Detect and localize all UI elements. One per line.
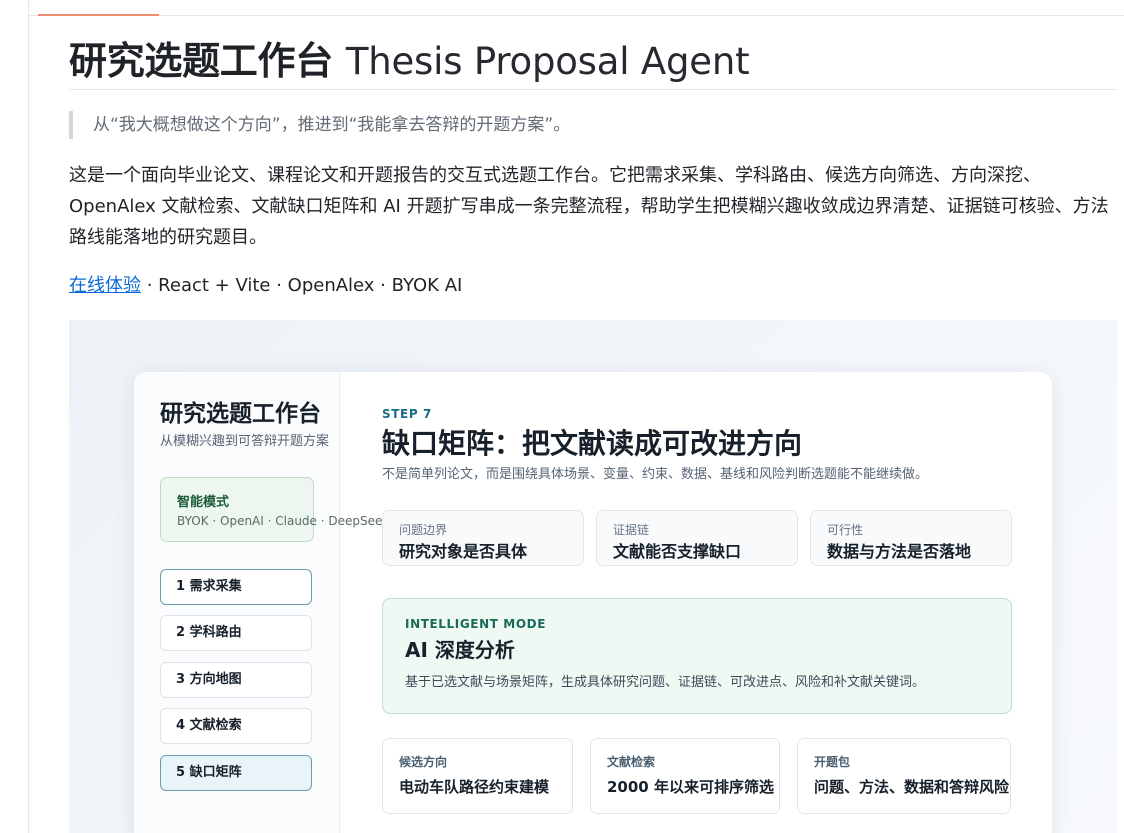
sidebar: 研究选题工作台 从模糊兴趣到可答辩开题方案 智能模式 BYOK · OpenAI…	[134, 372, 397, 833]
candidate-direction-card[interactable]: 候选方向 电动车队路径约束建模	[382, 738, 573, 814]
demo-link[interactable]: 在线体验	[69, 275, 141, 296]
main-content: STEP 7 缺口矩阵：把文献读成可改进方向 不是简单列论文，而是围绕具体场景、…	[340, 372, 1052, 833]
main-title: 缺口矩阵：把文献读成可改进方向	[382, 427, 803, 460]
readme-description: 这是一个面向毕业论文、课程论文和开题报告的交互式选题工作台。它把需求采集、学科路…	[69, 165, 1109, 248]
page-left-border	[28, 0, 29, 833]
question-card-value: 文献能否支撑缺口	[613, 542, 742, 561]
question-card-value: 研究对象是否具体	[399, 542, 528, 561]
app-window: 研究选题工作台 从模糊兴趣到可答辩开题方案 智能模式 BYOK · OpenAI…	[134, 372, 1052, 833]
readme-blockquote: 从“我大概想做这个方向”，推进到“我能拿去答辩的开题方案”。	[69, 111, 570, 139]
bottom-card-value: 问题、方法、数据和答辩风险	[814, 778, 1010, 796]
literature-search-card[interactable]: 文献检索 2000 年以来可排序筛选	[590, 738, 780, 814]
sidebar-step-1[interactable]: 1 需求采集	[160, 569, 312, 605]
bottom-card-key: 文献检索	[607, 755, 656, 769]
proposal-package-card[interactable]: 开题包 问题、方法、数据和答辩风险	[797, 738, 1011, 814]
ai-card-eyebrow: INTELLIGENT MODE	[405, 617, 547, 631]
step-eyebrow: STEP 7	[382, 407, 432, 421]
question-card-evidence: 证据链 文献能否支撑缺口	[596, 510, 798, 566]
readme-title-cn: 研究选题工作台	[69, 39, 333, 83]
sidebar-step-5[interactable]: 5 缺口矩阵	[160, 755, 312, 791]
sidebar-step-2[interactable]: 2 学科路由	[160, 615, 312, 651]
readme-links-line: 在线体验 · React + Vite · OpenAlex · BYOK AI	[69, 271, 462, 301]
bottom-card-key: 开题包	[814, 755, 851, 769]
sidebar-step-3[interactable]: 3 方向地图	[160, 662, 312, 698]
mode-card-title: 智能模式	[177, 495, 230, 510]
question-card-key: 证据链	[613, 523, 650, 537]
bottom-card-key: 候选方向	[399, 755, 448, 769]
title-divider	[69, 89, 1117, 90]
question-card-feasibility: 可行性 数据与方法是否落地	[810, 510, 1012, 566]
sidebar-step-4[interactable]: 4 文献检索	[160, 708, 312, 744]
sidebar-subtitle: 从模糊兴趣到可答辩开题方案	[160, 434, 330, 449]
sidebar-title: 研究选题工作台	[160, 401, 321, 427]
ai-card-description: 基于已选文献与场景矩阵，生成具体研究问题、证据链、可改进点、风险和补文献关键词。	[405, 675, 926, 690]
tab-bar-divider	[28, 15, 1124, 16]
readme-title: 研究选题工作台 Thesis Proposal Agent	[69, 30, 750, 85]
tech-stack-tags: · React + Vite · OpenAlex · BYOK AI	[141, 275, 463, 296]
ai-analysis-card[interactable]: INTELLIGENT MODE AI 深度分析 基于已选文献与场景矩阵，生成具…	[382, 598, 1012, 714]
bottom-card-value: 2000 年以来可排序筛选	[607, 778, 774, 796]
active-tab-indicator	[38, 14, 159, 16]
question-card-key: 可行性	[827, 523, 864, 537]
question-card-key: 问题边界	[399, 523, 448, 537]
app-screenshot: 研究选题工作台 从模糊兴趣到可答辩开题方案 智能模式 BYOK · OpenAI…	[69, 320, 1117, 833]
ai-card-title: AI 深度分析	[405, 638, 515, 662]
question-card-boundary: 问题边界 研究对象是否具体	[382, 510, 584, 566]
main-subtitle: 不是简单列论文，而是围绕具体场景、变量、约束、数据、基线和风险判断选题能不能继续…	[382, 467, 929, 482]
intelligent-mode-card[interactable]: 智能模式 BYOK · OpenAI · Claude · DeepSeek ·	[160, 477, 397, 542]
question-card-value: 数据与方法是否落地	[827, 542, 972, 561]
readme-title-en: Thesis Proposal Agent	[345, 40, 750, 83]
bottom-card-value: 电动车队路径约束建模	[399, 778, 550, 796]
